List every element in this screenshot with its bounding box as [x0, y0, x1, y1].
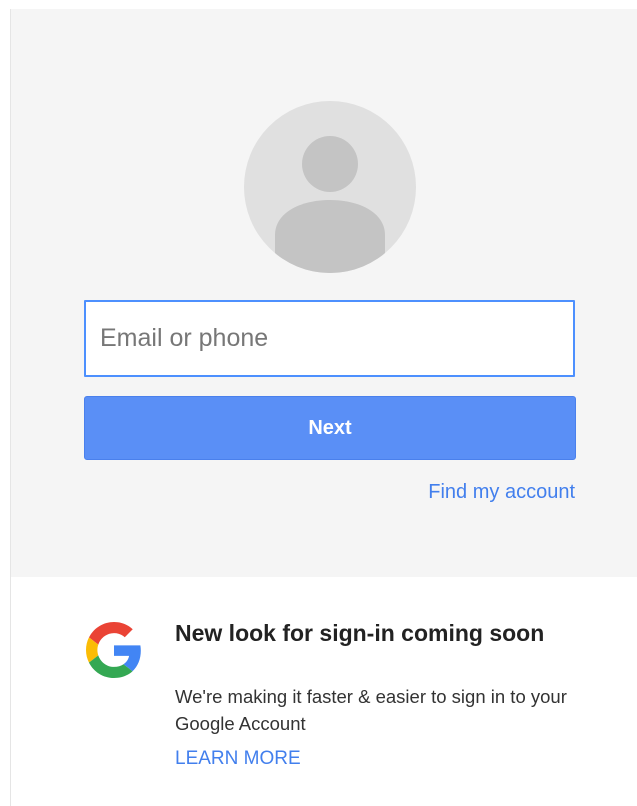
google-g-logo-icon — [86, 622, 141, 678]
signin-card: Next Find my account New look for sign-i… — [10, 9, 637, 806]
signin-panel: Next Find my account — [11, 9, 637, 577]
promo-title: New look for sign-in coming soon — [175, 620, 545, 646]
avatar — [244, 101, 416, 273]
default-user-avatar-icon — [275, 136, 385, 273]
email-field[interactable] — [84, 300, 575, 377]
learn-more-link[interactable]: LEARN MORE — [175, 748, 301, 770]
next-button[interactable]: Next — [84, 396, 576, 460]
find-my-account-link[interactable]: Find my account — [428, 481, 575, 504]
sign-in-promo: New look for sign-in coming soon We're m… — [11, 577, 637, 806]
promo-description: We're making it faster & easier to sign … — [175, 686, 567, 734]
